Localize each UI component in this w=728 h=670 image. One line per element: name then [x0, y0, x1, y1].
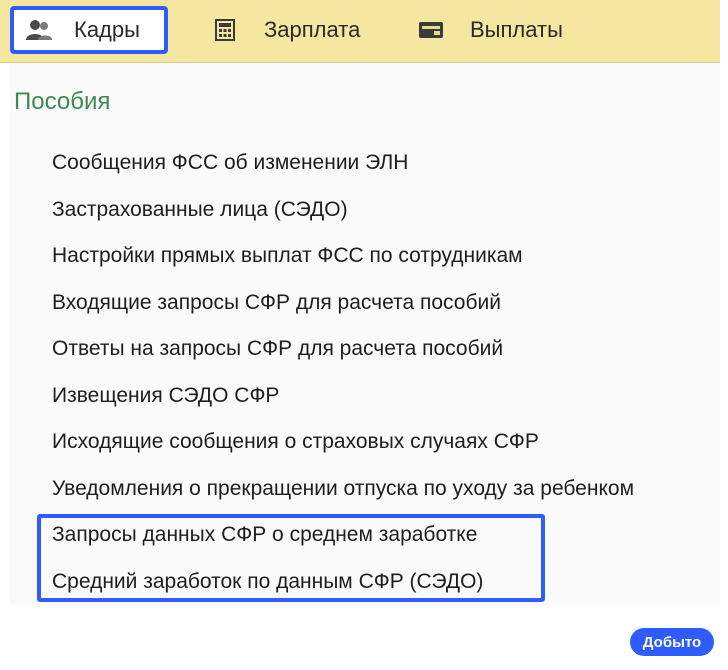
screenshot-frame: Кадры Зарплата Выплаты Пособия Сообщения… [0, 0, 728, 670]
menu-item-childcare-leave-notices[interactable]: Уведомления о прекращении отпуска по ухо… [52, 466, 634, 513]
menu-item-average-earnings-sedo[interactable]: Средний заработок по данным СФР (СЭДО) [52, 559, 634, 606]
benefits-menu: Сообщения ФСС об изменении ЭЛН Застрахов… [52, 140, 634, 605]
dobyto-badge[interactable]: Добыто [630, 628, 714, 656]
tab-kadry[interactable]: Кадры [10, 6, 168, 54]
menu-item-sedo-notices[interactable]: Извещения СЭДО СФР [52, 373, 634, 420]
tab-vyplaty[interactable]: Выплаты [418, 8, 563, 52]
calculator-icon [212, 17, 238, 43]
tab-zarplata-label: Зарплата [264, 17, 361, 42]
menu-item-direct-payment-settings[interactable]: Настройки прямых выплат ФСС по сотрудник… [52, 233, 634, 280]
menu-item-average-earnings-requests[interactable]: Запросы данных СФР о среднем заработке [52, 512, 634, 559]
menu-item-fss-eln-messages[interactable]: Сообщения ФСС об изменении ЭЛН [52, 140, 634, 187]
tab-kadry-label: Кадры [74, 17, 140, 42]
tab-vyplaty-label: Выплаты [470, 17, 563, 42]
menu-item-outgoing-insurance-messages[interactable]: Исходящие сообщения о страховых случаях … [52, 419, 634, 466]
wallet-icon [418, 17, 444, 43]
section-title: Пособия [14, 88, 111, 115]
users-icon [26, 17, 52, 43]
top-tab-bar: Кадры Зарплата Выплаты [0, 0, 720, 63]
tab-zarplata[interactable]: Зарплата [212, 8, 360, 52]
menu-item-incoming-sfr-requests[interactable]: Входящие запросы СФР для расчета пособий [52, 280, 634, 327]
menu-item-insured-persons[interactable]: Застрахованные лица (СЭДО) [52, 187, 634, 234]
menu-item-sfr-request-answers[interactable]: Ответы на запросы СФР для расчета пособи… [52, 326, 634, 373]
